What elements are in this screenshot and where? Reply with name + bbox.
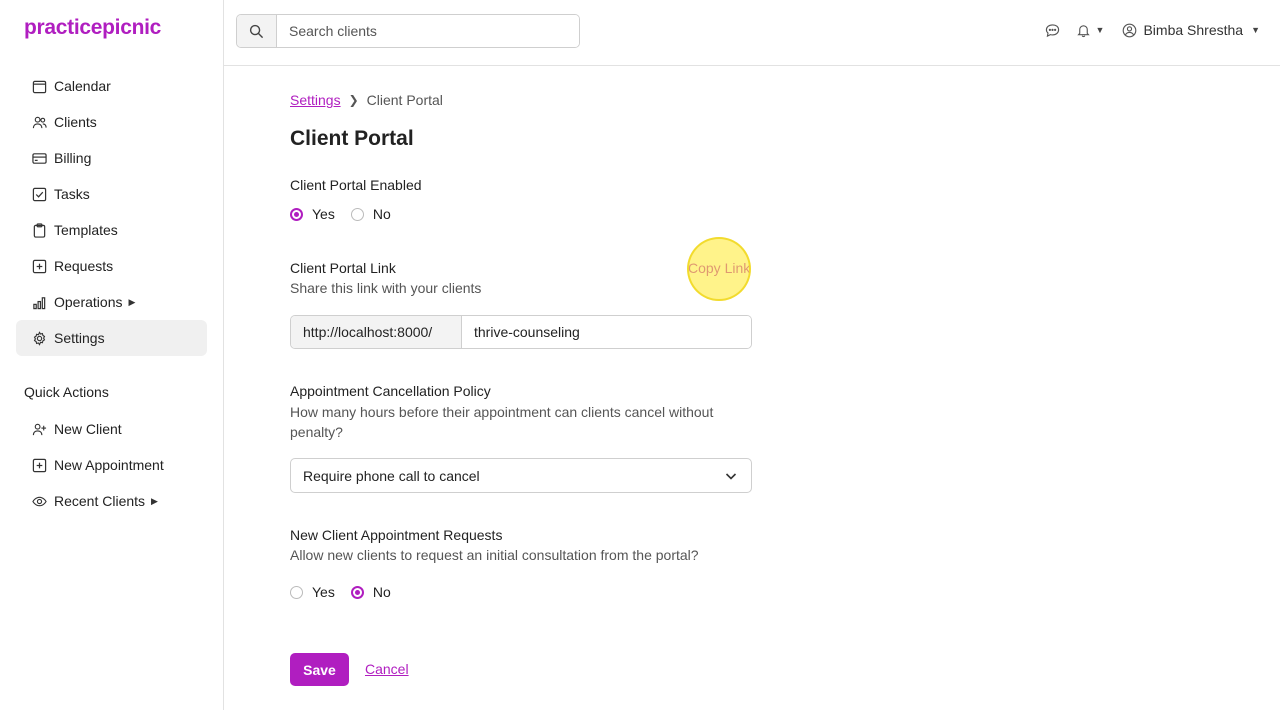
sidebar-item-requests[interactable]: Requests	[16, 248, 207, 284]
breadcrumb-settings-link[interactable]: Settings	[290, 92, 341, 108]
portal-link-help: Share this link with your clients	[290, 280, 482, 296]
new-client-requests-radio-group: Yes No	[290, 584, 407, 600]
eye-icon	[32, 496, 47, 506]
cancellation-policy-value: Require phone call to cancel	[303, 467, 480, 484]
bar-chart-icon	[33, 296, 46, 309]
sidebar-item-billing[interactable]: Billing	[16, 140, 207, 176]
search-input[interactable]	[277, 15, 579, 47]
search-icon	[249, 24, 264, 38]
caret-right-icon: ▶	[128, 296, 136, 307]
chevron-down-icon	[725, 473, 737, 480]
cancellation-policy-select[interactable]: Require phone call to cancel	[290, 458, 752, 493]
quick-action-new-client[interactable]: New Client	[16, 411, 207, 447]
chevron-right-icon: ❯	[348, 93, 359, 107]
checkbox-icon	[32, 187, 47, 201]
header-actions: ▼ Bimba Shrestha ▼	[1045, 22, 1260, 38]
save-button[interactable]: Save	[290, 653, 349, 686]
quick-actions-title: Quick Actions	[24, 384, 109, 400]
new-client-requests-yes-label[interactable]: Yes	[312, 584, 335, 600]
clipboard-icon	[33, 222, 46, 238]
new-client-requests-no-radio[interactable]	[350, 585, 364, 599]
users-icon	[32, 116, 47, 128]
top-header: ▼ Bimba Shrestha ▼	[224, 0, 1280, 66]
plus-square-icon	[32, 458, 47, 472]
portal-enabled-no-radio[interactable]	[350, 207, 364, 221]
caret-down-icon: ▼	[1251, 25, 1260, 35]
sidebar-item-label: Templates	[54, 222, 118, 238]
credit-card-icon	[32, 152, 47, 164]
sidebar-item-label: Calendar	[54, 78, 111, 94]
sidebar-nav: Calendar Clients Billing Tasks Templates…	[16, 68, 207, 356]
gear-icon	[33, 330, 46, 346]
new-client-requests-yes-radio[interactable]	[290, 585, 303, 599]
new-client-requests-help: Allow new clients to request an initial …	[290, 547, 699, 563]
sidebar-item-label: Settings	[54, 330, 105, 346]
sidebar-item-label: Tasks	[54, 186, 90, 202]
portal-link-prefix: http://localhost:8000/	[291, 316, 462, 348]
messages-button[interactable]	[1045, 23, 1060, 38]
sidebar-item-label: Clients	[54, 114, 97, 130]
portal-enabled-label: Client Portal Enabled	[290, 177, 422, 193]
user-plus-icon	[32, 423, 47, 435]
user-name: Bimba Shrestha	[1143, 22, 1244, 38]
sidebar-item-settings[interactable]: Settings	[16, 320, 207, 356]
copy-link-button[interactable]: Copy Link	[688, 260, 750, 276]
sidebar-item-label: Operations	[54, 294, 123, 310]
sidebar-item-templates[interactable]: Templates	[16, 212, 207, 248]
sidebar-item-operations[interactable]: Operations ▶	[16, 284, 207, 320]
quick-action-new-appointment[interactable]: New Appointment	[16, 447, 207, 483]
sidebar: practicepicnic Calendar Clients Billing …	[0, 0, 224, 710]
portal-link-input-group: http://localhost:8000/	[290, 315, 752, 349]
sidebar-item-calendar[interactable]: Calendar	[16, 68, 207, 104]
cancellation-policy-help: How many hours before their appointment …	[290, 404, 714, 440]
breadcrumb: Settings ❯ Client Portal	[290, 92, 443, 108]
portal-enabled-no-label[interactable]: No	[373, 206, 391, 222]
sidebar-item-tasks[interactable]: Tasks	[16, 176, 207, 212]
portal-enabled-yes-label[interactable]: Yes	[312, 206, 335, 222]
calendar-icon	[32, 80, 47, 93]
quick-action-label: New Client	[54, 421, 122, 437]
user-circle-icon	[1123, 23, 1137, 37]
sidebar-item-clients[interactable]: Clients	[16, 104, 207, 140]
breadcrumb-current: Client Portal	[366, 92, 443, 108]
portal-slug-input[interactable]	[462, 316, 751, 348]
sidebar-item-label: Billing	[54, 150, 92, 166]
quick-action-recent-clients[interactable]: Recent Clients ▶	[16, 483, 207, 519]
portal-link-label: Client Portal Link	[290, 260, 396, 276]
cancel-link[interactable]: Cancel	[365, 661, 409, 677]
cancellation-policy-label: Appointment Cancellation Policy	[290, 383, 491, 399]
search-bar	[236, 14, 580, 48]
plus-square-icon	[32, 259, 47, 273]
new-client-requests-no-label[interactable]: No	[373, 584, 391, 600]
new-client-requests-label: New Client Appointment Requests	[290, 527, 503, 543]
caret-right-icon: ▶	[151, 495, 158, 506]
portal-enabled-radio-group: Yes No	[290, 206, 407, 222]
quick-action-label: New Appointment	[54, 457, 164, 473]
quick-action-label: Recent Clients	[54, 493, 146, 509]
chat-bubble-icon	[1045, 23, 1059, 37]
caret-down-icon: ▼	[1095, 25, 1105, 35]
sidebar-item-label: Requests	[54, 258, 114, 274]
user-menu[interactable]: Bimba Shrestha ▼	[1122, 22, 1260, 38]
bell-icon	[1076, 24, 1090, 37]
search-button[interactable]	[237, 15, 277, 47]
page-title: Client Portal	[290, 127, 414, 150]
app-logo[interactable]: practicepicnic	[24, 16, 161, 40]
portal-enabled-yes-radio[interactable]	[290, 207, 303, 221]
quick-actions-list: New Client New Appointment Recent Client…	[16, 411, 207, 519]
notifications-button[interactable]: ▼	[1076, 23, 1105, 38]
